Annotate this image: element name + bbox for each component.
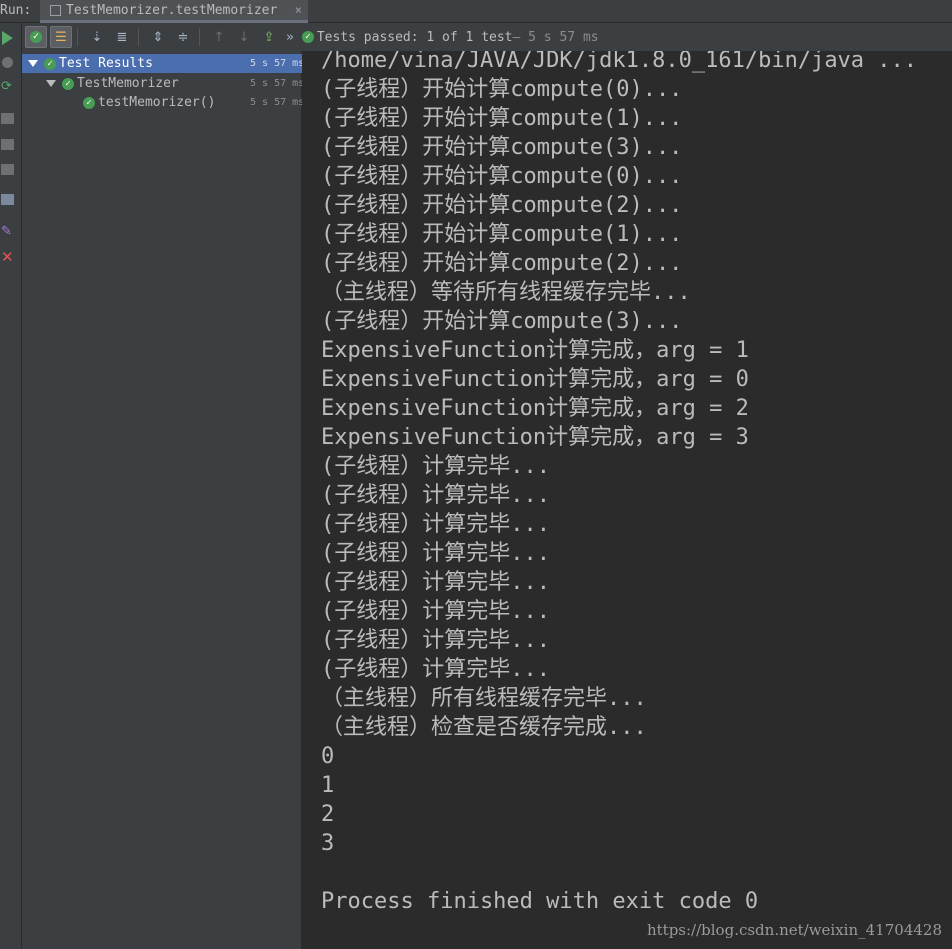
console-line: (子线程）计算完毕... <box>321 657 550 682</box>
export-icon[interactable]: ⇪ <box>258 26 280 48</box>
tree-node-time: 5 s 57 ms <box>250 97 302 108</box>
toolbar-divider <box>138 28 139 46</box>
tree-node-label: TestMemorizer <box>77 76 179 91</box>
console-line: ExpensiveFunction计算完成，arg = 3 <box>321 425 749 450</box>
console-line: 0 <box>321 744 335 769</box>
console-line: 3 <box>321 831 335 856</box>
tab-title: TestMemorizer.testMemorizer <box>66 3 278 18</box>
console-line: (子线程）开始计算compute(2)... <box>321 193 683 218</box>
expand-arrow-icon[interactable] <box>28 60 38 67</box>
camera-icon[interactable] <box>1 139 14 150</box>
tree-node-time: 5 s 57 ms <box>250 58 302 69</box>
test-tree-toolbar: ✓ ☰ ⇣ ≣ ⇕ ≑ ↑ ↓ ⇪ <box>22 23 302 51</box>
close-icon[interactable]: ✕ <box>1 250 17 265</box>
list-filter-icon[interactable]: ☰ <box>50 26 72 48</box>
expand-arrow-icon[interactable] <box>46 80 56 87</box>
console-line: (子线程）计算完毕... <box>321 512 550 537</box>
next-icon[interactable]: ↓ <box>233 26 255 48</box>
console-output[interactable]: /home/vina/JAVA/JDK/jdk1.8.0_161/bin/jav… <box>303 51 952 949</box>
console-line: (子线程）计算完毕... <box>321 483 550 508</box>
sort-alpha-icon[interactable]: ≣ <box>111 26 133 48</box>
passed-icon: ✓ <box>83 96 95 109</box>
toolbar-divider <box>199 28 200 46</box>
console-line: (子线程）计算完毕... <box>321 454 550 479</box>
toolbar-divider <box>77 28 78 46</box>
prev-icon[interactable]: ↑ <box>208 26 230 48</box>
tree-node-test-method[interactable]: ✓ testMemorizer() 5 s 57 ms <box>22 93 302 112</box>
stop-icon[interactable] <box>1 113 14 124</box>
rerun-failed-icon[interactable]: ⟳ <box>1 80 17 94</box>
passed-icon: ✓ <box>44 57 56 70</box>
console-line: (子线程）开始计算compute(0)... <box>321 77 683 102</box>
chevron-icon[interactable]: » <box>286 30 294 45</box>
tree-node-label: Test Results <box>59 56 153 71</box>
tree-node-test-results[interactable]: ✓ Test Results 5 s 57 ms <box>22 54 302 73</box>
test-results-tree: ✓ Test Results 5 s 57 ms ✓ TestMemorizer… <box>22 51 302 949</box>
tree-node-test-class[interactable]: ✓ TestMemorizer 5 s 57 ms <box>22 74 302 93</box>
run-side-toolbar: ⟳ ✎ ✕ <box>0 23 22 949</box>
console-line: (子线程）计算完毕... <box>321 599 550 624</box>
console-line: (子线程）开始计算compute(1)... <box>321 106 683 131</box>
restore-layout-icon[interactable] <box>1 164 14 175</box>
console-line: （主线程）检查是否缓存完成... <box>321 715 647 740</box>
console-line: (子线程）计算完毕... <box>321 570 550 595</box>
test-status-bar: » ✓ Tests passed: 1 of 1 test — 5 s 57 m… <box>286 23 952 51</box>
console-line: （主线程）等待所有线程缓存完毕... <box>321 280 691 305</box>
console-line: Process finished with exit code 0 <box>321 889 759 914</box>
console-line: 1 <box>321 773 335 798</box>
sort-down-icon[interactable]: ⇣ <box>86 26 108 48</box>
tree-node-label: testMemorizer() <box>98 95 216 110</box>
debug-icon[interactable] <box>2 57 13 68</box>
console-line: ExpensiveFunction计算完成，arg = 0 <box>321 367 749 392</box>
tree-node-time: 5 s 57 ms <box>250 78 302 89</box>
close-icon[interactable]: × <box>295 3 302 17</box>
run-label: Run: <box>0 3 32 18</box>
console-line: （主线程）所有线程缓存完毕... <box>321 686 647 711</box>
pin-icon[interactable]: ✎ <box>1 225 17 239</box>
console-line: (子线程）计算完毕... <box>321 628 550 653</box>
console-line: (子线程）开始计算compute(1)... <box>321 222 683 247</box>
run-config-icon <box>50 5 61 16</box>
passed-icon: ✓ <box>301 31 314 43</box>
layout-icon[interactable] <box>1 194 14 205</box>
tab-test-memorizer[interactable]: TestMemorizer.testMemorizer × <box>40 0 308 23</box>
watermark: https://blog.csdn.net/weixin_41704428 <box>646 921 942 939</box>
console-line: (子线程）开始计算compute(3)... <box>321 135 683 160</box>
console-line: (子线程）计算完毕... <box>321 541 550 566</box>
console-line: (子线程）开始计算compute(2)... <box>321 251 683 276</box>
console-line: 2 <box>321 802 335 827</box>
console-line: ExpensiveFunction计算完成，arg = 1 <box>321 338 749 363</box>
console-line: ExpensiveFunction计算完成，arg = 2 <box>321 396 749 421</box>
console-line: (子线程）开始计算compute(0)... <box>321 164 683 189</box>
check-filter-icon[interactable]: ✓ <box>25 26 47 48</box>
console-line: /home/vina/JAVA/JDK/jdk1.8.0_161/bin/jav… <box>321 51 918 73</box>
expand-all-icon[interactable]: ⇕ <box>147 26 169 48</box>
console-line: (子线程）开始计算compute(3)... <box>321 309 683 334</box>
passed-icon: ✓ <box>62 77 74 90</box>
tool-window-tabbar: Run: TestMemorizer.testMemorizer × <box>0 0 952 23</box>
tests-passed-text: Tests passed: 1 of 1 test <box>316 29 513 45</box>
tests-duration: — 5 s 57 ms <box>512 29 599 45</box>
collapse-all-icon[interactable]: ≑ <box>172 26 194 48</box>
rerun-icon[interactable] <box>2 31 13 45</box>
